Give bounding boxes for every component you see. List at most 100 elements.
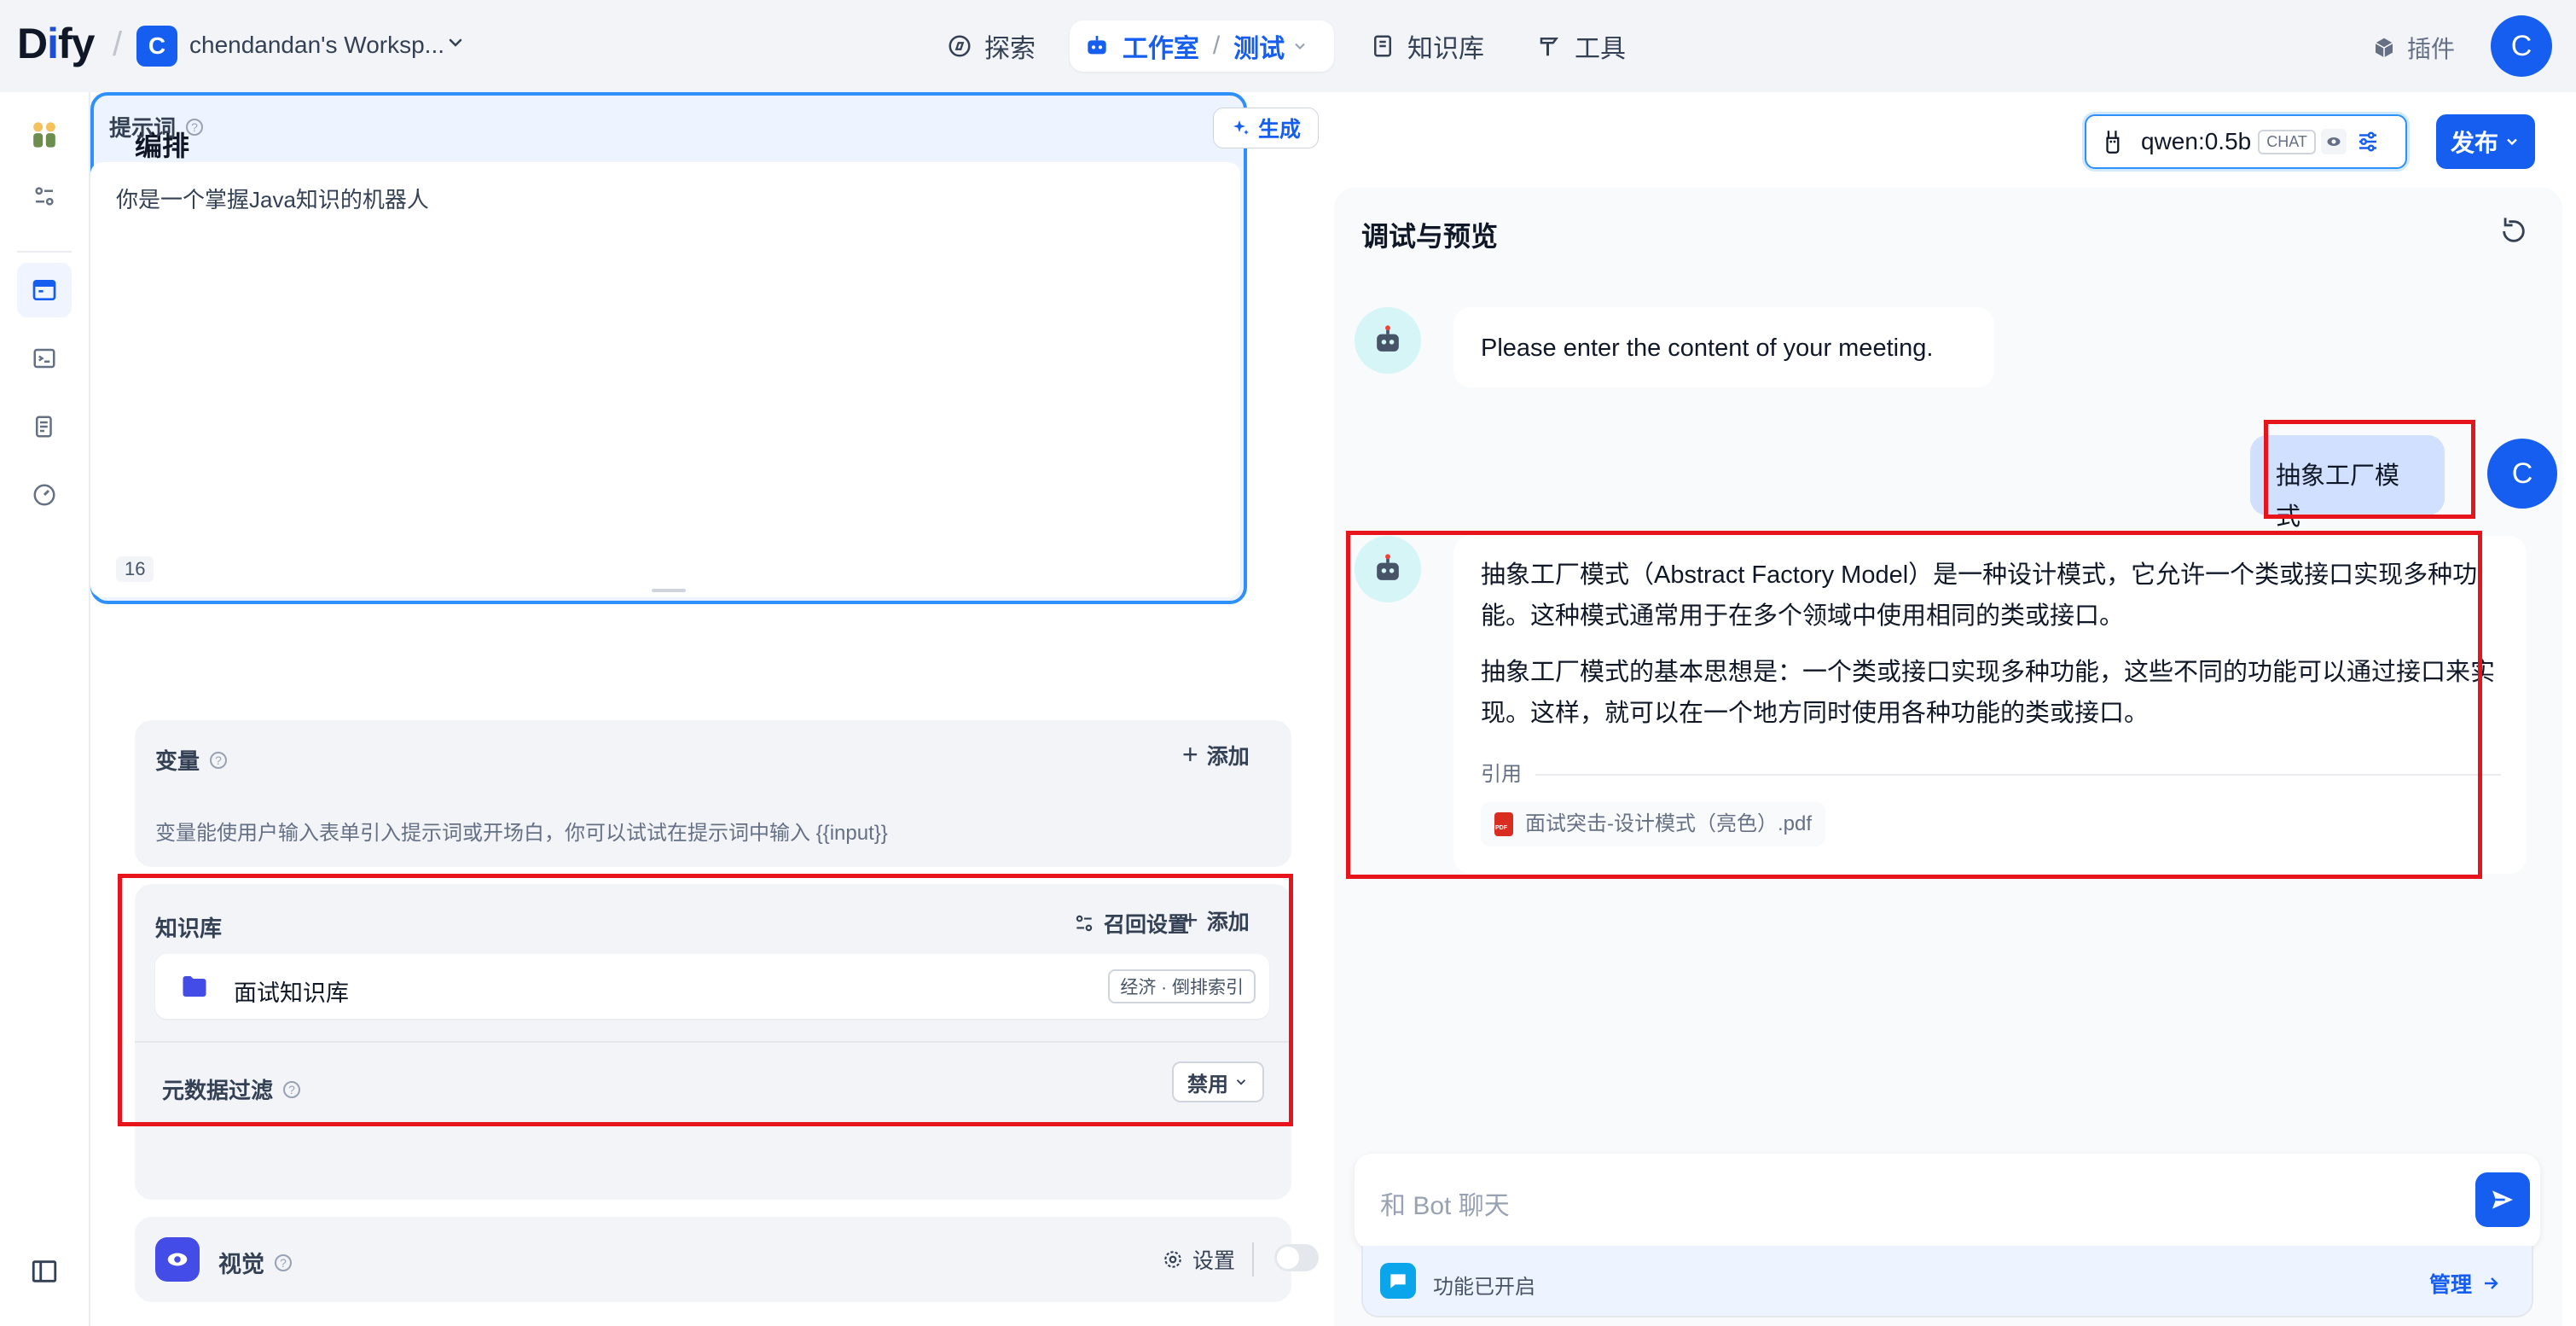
collapse-sidebar-button[interactable] — [17, 1244, 72, 1299]
prompt-editor[interactable]: 你是一个掌握Java知识的机器人 16 — [90, 162, 1240, 597]
features-status: 功能已开启 — [1433, 1276, 1535, 1299]
chevron-down-icon — [1236, 1079, 1246, 1085]
chat-bubble-icon — [1380, 1263, 1416, 1299]
chevron-down-icon[interactable] — [1291, 38, 1308, 55]
manage-label: 管理 — [2428, 1273, 2472, 1297]
sidebar-item-api[interactable] — [17, 331, 72, 386]
breadcrumb-separator: / — [113, 26, 123, 63]
plugins-button[interactable]: 插件 — [2371, 31, 2455, 65]
add-label: 添加 — [1206, 910, 1250, 934]
workspace-name[interactable]: chendandan's Worksp... — [189, 32, 444, 59]
help-icon[interactable]: ? — [275, 1253, 292, 1271]
chat-input[interactable]: 和 Bot 聊天 — [1355, 1154, 2540, 1249]
debug-title: 调试与预览 — [1361, 221, 1499, 252]
generate-button[interactable]: 生成 — [1212, 108, 1319, 148]
prompt-text[interactable]: 你是一个掌握Java知识的机器人 — [116, 183, 429, 214]
prompt-card: 提示词 ? 生成 你是一个掌握Java知识的机器人 16 — [90, 92, 1319, 604]
resize-handle[interactable] — [652, 589, 686, 592]
vision-label: 视觉 — [218, 1252, 264, 1277]
vision-toggle[interactable] — [1274, 1244, 1319, 1271]
manage-features-button[interactable]: 管理 — [2429, 1268, 2501, 1299]
nav-studio-label: 工作室 — [1122, 35, 1199, 63]
layout-icon — [32, 280, 56, 300]
help-icon[interactable]: ? — [210, 751, 228, 769]
variables-description: 变量能使用户输入表单引入提示词或开场白，你可以试试在提示词中输入 {{input… — [155, 822, 888, 845]
bot-avatar — [1355, 307, 1421, 374]
model-selector[interactable]: qwen:0.5b CHAT — [2085, 114, 2407, 169]
sliders-icon — [35, 187, 54, 206]
citation-file[interactable]: 面试突击-设计模式（亮色）.pdf — [1481, 802, 1826, 846]
tune-icon[interactable] — [2355, 129, 2381, 154]
knowledge-item-name: 面试知识库 — [234, 980, 349, 1006]
add-knowledge-button[interactable]: + 添加 — [1182, 904, 1250, 936]
folder-icon — [183, 976, 206, 997]
sidebar-item-orchestrate[interactable] — [17, 263, 72, 317]
divider — [1535, 773, 2501, 776]
publish-button[interactable]: 发布 — [2436, 114, 2535, 169]
nav-knowledge[interactable]: 知识库 — [1370, 20, 1484, 72]
panel-left-icon — [32, 1260, 57, 1282]
gear-icon — [1164, 1251, 1181, 1268]
plus-icon: + — [1182, 904, 1198, 935]
dify-logo[interactable]: Dify — [17, 19, 95, 68]
robot-icon — [1377, 554, 1399, 580]
vision-settings-button[interactable]: 设置 — [1162, 1244, 1235, 1275]
top-bar: Dify / C chendandan's Worksp... 探索 工作室 /… — [0, 0, 2576, 92]
user-message: 抽象工厂模式 — [2250, 435, 2445, 531]
nav-separator: / — [1212, 32, 1221, 60]
metadata-filter-text: 元数据过滤 — [162, 1078, 274, 1103]
add-label: 添加 — [1206, 744, 1250, 769]
nav-explore-label: 探索 — [984, 35, 1036, 63]
knowledge-item[interactable]: 面试知识库 经济 · 倒排索引 — [155, 954, 1269, 1019]
retrieval-settings-label: 召回设置 — [1104, 913, 1190, 937]
nav-knowledge-label: 知识库 — [1407, 35, 1484, 63]
model-name: qwen:0.5b — [2141, 128, 2252, 154]
robot-icon — [1377, 325, 1399, 352]
chat-input-placeholder: 和 Bot 聊天 — [1380, 1192, 1510, 1220]
help-icon[interactable]: ? — [186, 118, 204, 136]
app-icon[interactable] — [17, 108, 72, 162]
nav-app-name[interactable]: 测试 — [1233, 27, 1285, 65]
app-settings-icon[interactable] — [17, 169, 72, 224]
chevron-down-icon[interactable] — [445, 32, 466, 53]
user-avatar: C — [2487, 439, 2557, 509]
retrieval-settings-button[interactable]: 召回设置 — [1073, 908, 1189, 939]
user-avatar[interactable]: C — [2491, 15, 2552, 77]
bot-avatar — [1355, 536, 1421, 602]
workspace-avatar[interactable]: C — [136, 26, 177, 67]
vision-settings-label: 设置 — [1192, 1249, 1236, 1273]
plus-icon: + — [1182, 739, 1198, 770]
debug-preview-pane: 调试与预览 Please enter the content of your m… — [1334, 188, 2562, 1326]
refresh-icon[interactable] — [2499, 217, 2528, 246]
compass-icon — [949, 35, 971, 57]
send-button[interactable] — [2475, 1172, 2530, 1227]
help-icon[interactable]: ? — [283, 1080, 301, 1098]
nav-tools[interactable]: 工具 — [1537, 20, 1626, 72]
publish-label: 发布 — [2450, 130, 2498, 156]
book-icon — [1374, 35, 1391, 57]
robot-icon — [1088, 36, 1106, 55]
sidebar-item-logs[interactable] — [17, 399, 72, 454]
llama-icon — [2106, 131, 2120, 154]
app-sidebar — [0, 92, 90, 1326]
metadata-filter-select[interactable]: 禁用 — [1172, 1061, 1264, 1102]
vision-card: 视觉 ? 设置 — [135, 1217, 1319, 1302]
nav-tools-label: 工具 — [1575, 35, 1626, 63]
variables-card: 变量 ? + 添加 变量能使用户输入表单引入提示词或开场白，你可以试试在提示词中… — [135, 720, 1291, 867]
nav-explore[interactable]: 探索 — [947, 20, 1036, 72]
prompt-label: 提示词 — [109, 115, 177, 141]
sidebar-divider — [17, 251, 72, 253]
sidebar-item-monitoring[interactable] — [17, 468, 72, 522]
add-variable-button[interactable]: + 添加 — [1182, 739, 1250, 771]
citation-header: 引用 — [1481, 758, 2501, 792]
answer-paragraph: 抽象工厂模式（Abstract Factory Model）是一种设计模式，它允… — [1481, 561, 2478, 631]
char-count-badge: 16 — [116, 556, 154, 582]
eye-icon — [155, 1237, 200, 1282]
knowledge-label: 知识库 — [155, 916, 223, 941]
variables-label: 变量 — [155, 748, 200, 774]
send-icon — [2492, 1190, 2513, 1209]
cube-icon — [2375, 38, 2393, 58]
bot-answer: 抽象工厂模式（Abstract Factory Model）是一种设计模式，它允… — [1453, 536, 2527, 874]
nav-studio[interactable]: 工作室 / 测试 — [1070, 20, 1334, 72]
vision-header: 视觉 ? — [218, 1246, 292, 1279]
